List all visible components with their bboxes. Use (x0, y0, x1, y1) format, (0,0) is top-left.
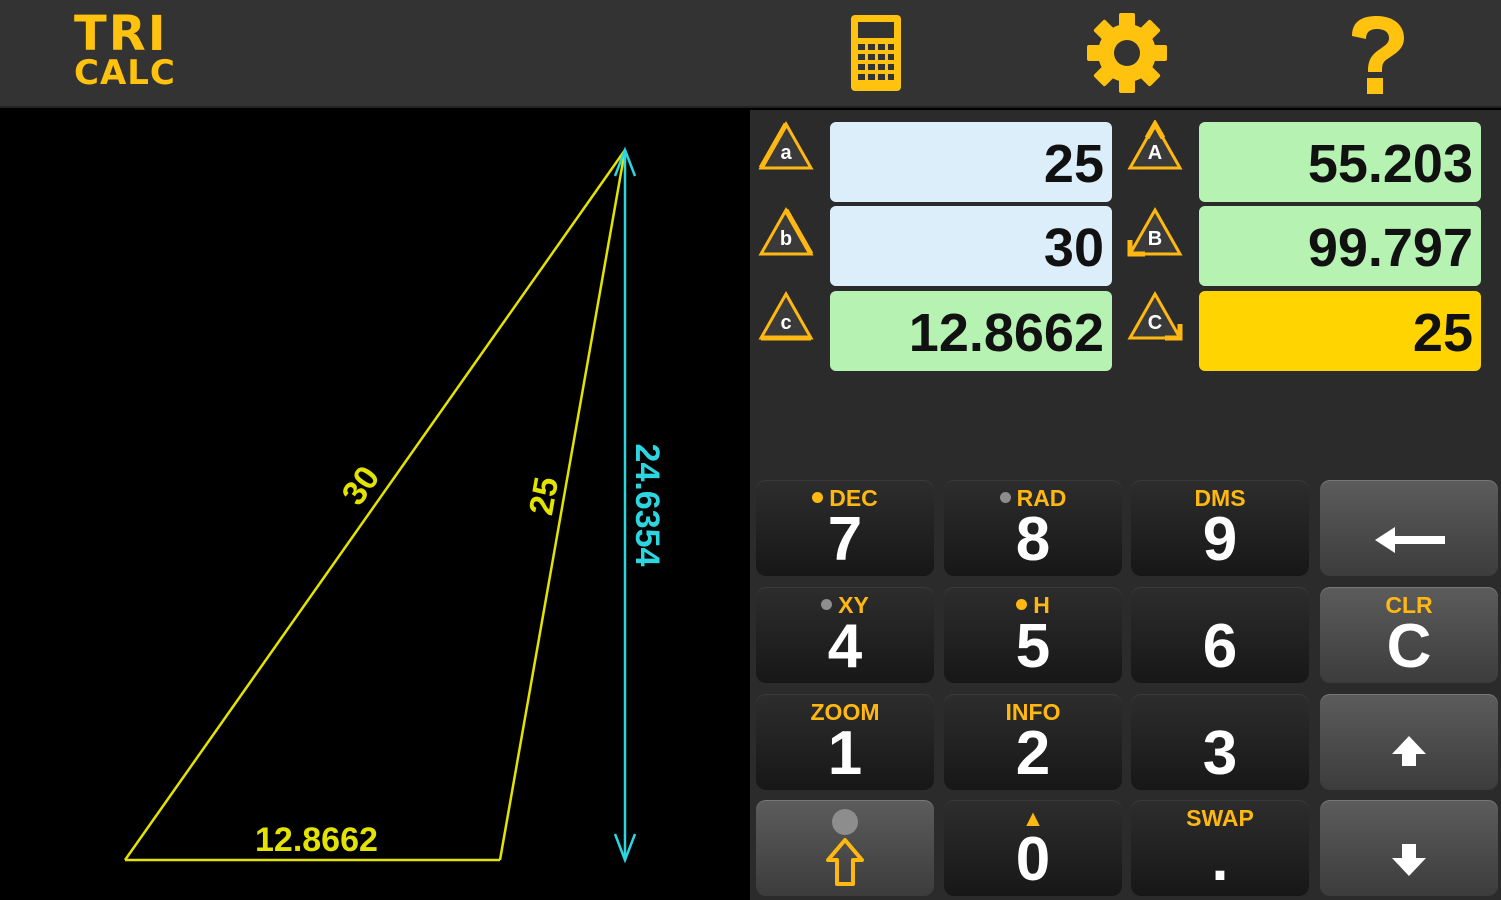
angle-c-label-button[interactable]: C (1127, 290, 1183, 342)
down-arrow-icon (1392, 844, 1426, 876)
key-4-label: 4 (827, 612, 863, 681)
angle-b-label-button[interactable]: B (1127, 206, 1183, 258)
side-a-label-button[interactable]: a (758, 120, 814, 172)
calculator-panel: a b c A B C 25 30 12.8662 55.203 99.797 … (750, 110, 1501, 900)
key-0[interactable]: ▲ 0 (944, 800, 1122, 896)
side-a-line (498, 149, 627, 861)
logo-line-1: TRI (74, 6, 168, 62)
triangle-drawing-area[interactable]: 12.8662 30 25 24.6354 (0, 110, 750, 900)
backspace-key[interactable] (1320, 480, 1498, 576)
indicator-dot-on (1016, 599, 1028, 610)
top-app-bar: TRI CALC (0, 0, 1501, 108)
key-1[interactable]: ZOOM 1 (756, 694, 934, 790)
side-c-label-button[interactable]: c (758, 290, 814, 342)
angle-b-letter: B (1147, 228, 1163, 250)
key-0-label: 0 (1015, 825, 1051, 894)
angle-c-letter: C (1147, 312, 1163, 334)
key-4[interactable]: XY 4 (756, 587, 934, 683)
angle-a-label-button[interactable]: A (1127, 118, 1183, 172)
side-a-letter: a (780, 142, 792, 164)
key-7-label: 7 (827, 505, 863, 574)
decimal-key[interactable]: SWAP . (1131, 800, 1309, 896)
shift-key[interactable] (756, 800, 934, 896)
key-5[interactable]: H 5 (944, 587, 1122, 683)
key-3[interactable]: 3 (1131, 694, 1309, 790)
side-a-field[interactable]: 25 (830, 122, 1112, 202)
key-5-label: 5 (1015, 612, 1051, 681)
indicator-dot-off (821, 599, 833, 610)
decimal-key-label: . (1211, 825, 1229, 894)
side-c-letter: c (780, 312, 792, 334)
side-b-letter: b (779, 228, 793, 250)
app-logo: TRI CALC (74, 10, 176, 90)
logo-line-2: CALC (74, 53, 176, 93)
clear-key[interactable]: CLR C (1320, 587, 1498, 683)
side-c-field[interactable]: 12.8662 (830, 291, 1112, 371)
left-arrow-icon (1375, 527, 1445, 553)
triangle-canvas: 12.8662 30 25 24.6354 (123, 146, 666, 864)
height-measure: 24.6354 (628, 444, 666, 567)
help-button[interactable] (1344, 14, 1410, 101)
key-8-label: 8 (1015, 505, 1051, 574)
angle-a-field[interactable]: 55.203 (1199, 122, 1481, 202)
up-arrow-icon (1392, 736, 1426, 766)
angle-c-field[interactable]: 25 (1199, 291, 1481, 371)
side-b-label-button[interactable]: b (758, 206, 814, 258)
angle-b-field[interactable]: 99.797 (1199, 206, 1481, 286)
calculator-icon (851, 15, 901, 91)
key-9-label: 9 (1202, 505, 1238, 574)
side-b-field[interactable]: 30 (830, 206, 1112, 286)
key-3-label: 3 (1202, 719, 1238, 788)
key-6[interactable]: 6 (1131, 587, 1309, 683)
key-2-label: 2 (1015, 719, 1051, 788)
clear-key-label: C (1386, 612, 1432, 681)
key-2[interactable]: INFO 2 (944, 694, 1122, 790)
key-1-label: 1 (827, 719, 863, 788)
shift-arrow-icon (826, 809, 864, 886)
key-8[interactable]: RAD 8 (944, 480, 1122, 576)
side-a-measure: 25 (522, 474, 566, 518)
key-9[interactable]: DMS 9 (1131, 480, 1309, 576)
settings-button[interactable] (1086, 12, 1168, 99)
indicator-dot-on (812, 492, 824, 503)
gear-icon (1087, 13, 1167, 93)
side-b-measure: 30 (335, 459, 388, 512)
key-6-label: 6 (1202, 612, 1238, 681)
question-mark-icon (1352, 16, 1404, 94)
angle-a-letter: A (1147, 142, 1163, 164)
side-c-measure: 12.8662 (255, 821, 378, 859)
down-key[interactable] (1320, 800, 1498, 896)
up-key[interactable] (1320, 694, 1498, 790)
key-7[interactable]: DEC 7 (756, 480, 934, 576)
calculator-button[interactable] (850, 14, 902, 97)
indicator-dot-off (999, 492, 1011, 503)
